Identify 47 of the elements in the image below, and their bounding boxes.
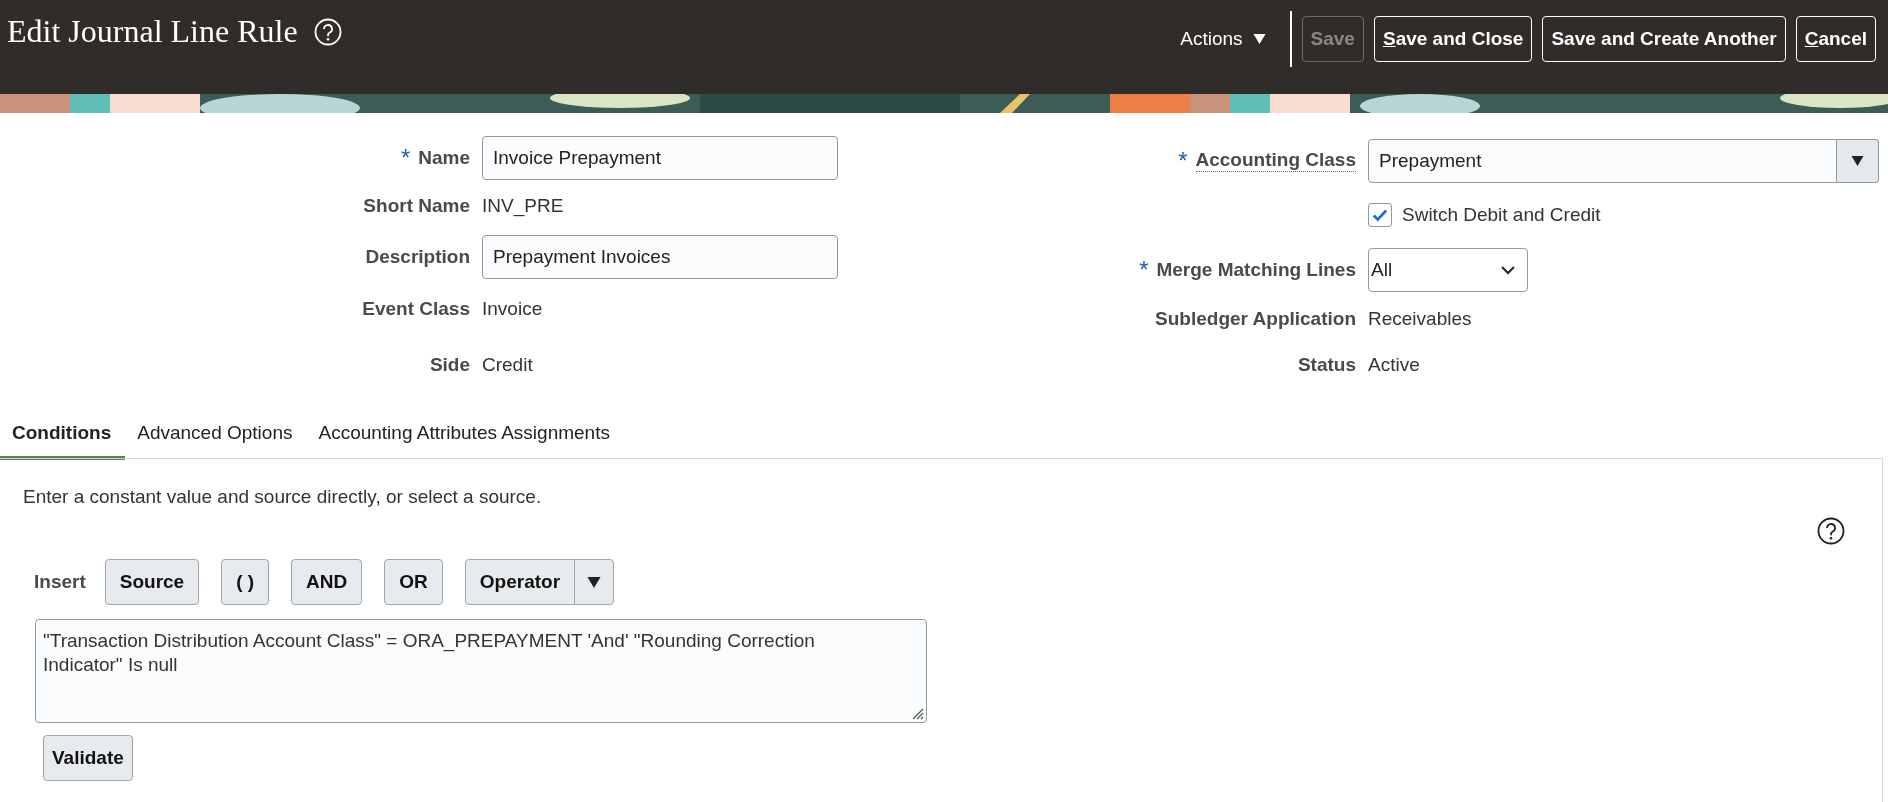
insert-button[interactable]: Source <box>104 559 200 605</box>
header-button[interactable]: Cancel <box>1795 16 1876 62</box>
field-label: Short Name <box>363 194 470 217</box>
operator-menu-button[interactable]: Operator <box>464 559 615 605</box>
tab[interactable]: Advanced Options <box>125 414 307 460</box>
caret-icon <box>1252 34 1266 44</box>
header-button[interactable]: Save and Create Another <box>1542 16 1786 62</box>
header-button[interactable]: Save and Close <box>1373 16 1533 62</box>
dropdown-button[interactable] <box>1837 138 1879 183</box>
field-value: Credit <box>482 354 533 376</box>
tab[interactable]: Conditions <box>0 414 126 460</box>
caret-icon <box>587 576 602 588</box>
required-mark: * <box>1178 146 1188 175</box>
chevron-icon <box>1501 265 1515 275</box>
checkbox-label: Switch Debit and Credit <box>1402 204 1601 226</box>
text-field[interactable]: Prepayment Invoices <box>482 235 838 279</box>
required-mark: * <box>400 143 411 172</box>
combo-field[interactable]: Prepayment <box>1368 138 1837 183</box>
insert-button[interactable]: AND <box>291 559 363 605</box>
required-mark: * <box>1139 256 1149 284</box>
field-label: Name <box>418 146 470 169</box>
text-field[interactable]: Invoice Prepayment <box>482 135 838 180</box>
field-label: Merge Matching Lines <box>1156 259 1356 281</box>
help-icon[interactable] <box>1817 517 1845 545</box>
page-title: Edit Journal Line Rule <box>7 13 298 50</box>
field-value: INV_PRE <box>482 194 564 217</box>
field-value: Invoice <box>482 298 543 320</box>
expression-field[interactable]: "Transaction Distribution Account Class" = ORA_PREPAYMENT 'And' "Rounding Correction Indicator" Is null <box>35 619 927 723</box>
field-value: Active <box>1368 354 1420 376</box>
insert-button[interactable]: ( ) <box>221 559 270 605</box>
field-value: Receivables <box>1368 308 1472 330</box>
insert-label: Insert <box>34 571 86 593</box>
field-label[interactable]: Accounting Class <box>1195 149 1356 172</box>
validate-button[interactable]: Validate <box>43 735 133 781</box>
select-field[interactable]: All <box>1368 248 1528 292</box>
actions-menu[interactable]: Actions <box>1180 16 1290 62</box>
field-label: Subledger Application <box>1155 308 1356 330</box>
field-label: Description <box>365 246 470 268</box>
checkbox[interactable] <box>1368 203 1392 227</box>
caret-icon <box>1851 155 1864 166</box>
tab[interactable]: Accounting Attributes Assignments <box>306 414 624 460</box>
field-label: Side <box>429 354 470 376</box>
field-label: Status <box>1297 354 1356 376</box>
instruction-text: Enter a constant value and source directly, or select a source. <box>23 486 543 508</box>
insert-button[interactable]: OR <box>384 559 443 605</box>
resize-handle-icon[interactable] <box>910 706 924 720</box>
field-label: Event Class <box>362 298 470 320</box>
